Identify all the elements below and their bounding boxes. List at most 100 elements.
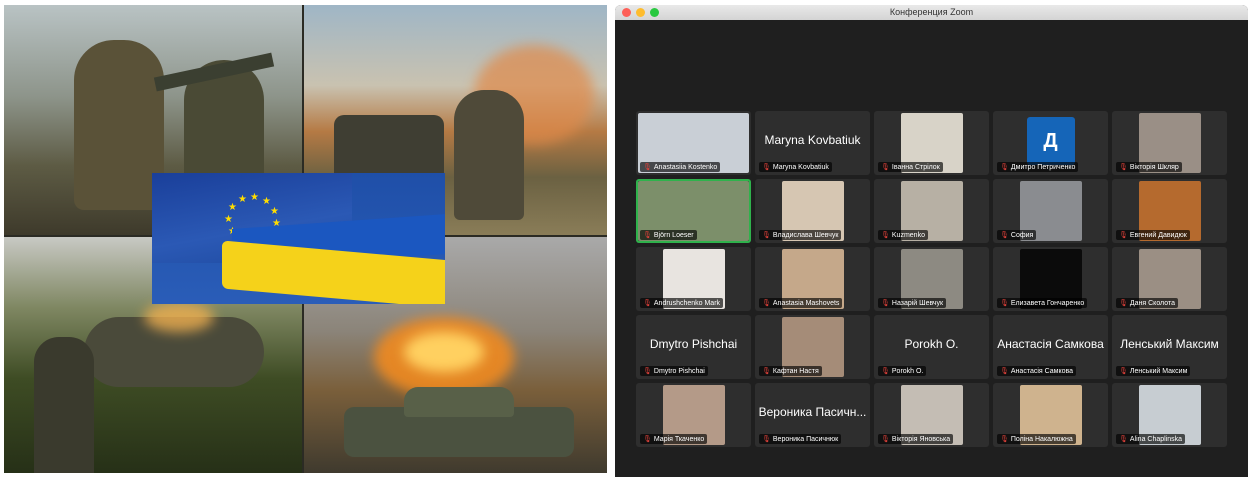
muted-mic-icon: 🎙: [881, 368, 890, 375]
muted-mic-icon: 🎙: [1000, 164, 1009, 171]
participant-tile[interactable]: 🎙 Кафтан Настя: [755, 315, 870, 379]
participant-name-label: 🎙 Kuzmenko: [878, 230, 928, 240]
participant-display-name: Porokh O.: [904, 337, 959, 351]
participant-name-label: 🎙 Вікторія Шкляр: [1116, 162, 1182, 172]
participant-tile[interactable]: Maryna Kovbatiuk 🎙 Maryna Kovbatiuk: [755, 111, 870, 175]
muted-mic-icon: 🎙: [643, 232, 652, 239]
participant-name: Назарій Шевчук: [891, 300, 944, 307]
participant-tile[interactable]: 🎙 Andrushchenko Mark: [636, 247, 751, 311]
participant-name-label: 🎙 Владислава Шевчук: [759, 230, 842, 240]
participant-name-label: 🎙 Евгений Давидюк: [1116, 230, 1190, 240]
muted-mic-icon: 🎙: [643, 368, 652, 375]
participant-tile[interactable]: 🎙 Владислава Шевчук: [755, 179, 870, 243]
participant-tile[interactable]: 🎙 Kuzmenko: [874, 179, 989, 243]
participant-tile[interactable]: Д 🎙 Дмитро Петриченко: [993, 111, 1108, 175]
participant-name: Владислава Шевчук: [772, 232, 839, 239]
participant-tile[interactable]: 🎙 Alina Chaplinska: [1112, 383, 1227, 447]
participant-tile[interactable]: 🎙 Даня Сколота: [1112, 247, 1227, 311]
muted-mic-icon: 🎙: [1119, 436, 1128, 443]
participant-name-label: 🎙 Дмитро Петриченко: [997, 162, 1079, 172]
participant-tile[interactable]: Porokh O. 🎙 Porokh O.: [874, 315, 989, 379]
participant-name: Елизавета Гончаренко: [1010, 300, 1085, 307]
eu-ukraine-flags: ★ ★ ★ ★ ★ ★ ★ ★: [152, 173, 445, 304]
participant-display-name: Ленський Максим: [1120, 337, 1219, 351]
participant-tile[interactable]: Анастасія Самкова 🎙 Анастасія Самкова: [993, 315, 1108, 379]
participant-display-name: Maryna Kovbatiuk: [764, 133, 861, 147]
participant-name-label: 🎙 Даня Сколота: [1116, 298, 1178, 308]
muted-mic-icon: 🎙: [1119, 300, 1128, 307]
muted-mic-icon: 🎙: [881, 436, 890, 443]
participant-tile[interactable]: 🎙 Björn Loeser: [636, 179, 751, 243]
participant-name: Alina Chaplinska: [1129, 436, 1183, 443]
title-bar: Конференция Zoom: [615, 5, 1248, 20]
participant-name: Anastasia Mashovets: [772, 300, 840, 307]
participant-tile[interactable]: 🎙 София: [993, 179, 1108, 243]
muted-mic-icon: 🎙: [881, 300, 890, 307]
participant-name: Поліна Накалюжна: [1010, 436, 1073, 443]
participant-name: Вікторія Шкляр: [1129, 164, 1179, 171]
participant-name-label: 🎙 Елизавета Гончаренко: [997, 298, 1088, 308]
participant-name-label: 🎙 Andrushchenko Mark: [640, 298, 724, 308]
participant-tile[interactable]: Ленський Максим 🎙 Ленський Максим: [1112, 315, 1227, 379]
participant-name-label: 🎙 Anastasiia Kostenko: [640, 162, 721, 172]
participant-tile[interactable]: Dmytro Pishchai 🎙 Dmytro Pishchai: [636, 315, 751, 379]
zoom-window: Конференция Zoom 🎙 Anastasiia Kostenko Mar…: [615, 5, 1248, 477]
participant-name-label: 🎙 Maryna Kovbatiuk: [759, 162, 832, 172]
participant-tile[interactable]: 🎙 Anastasiia Kostenko: [636, 111, 751, 175]
participant-name: Dmytro Pishchai: [653, 368, 705, 375]
participant-tile[interactable]: 🎙 Вікторія Шкляр: [1112, 111, 1227, 175]
participant-name-label: 🎙 София: [997, 230, 1037, 240]
participant-name: Maryna Kovbatiuk: [772, 164, 829, 171]
participant-name: Вероника Пасичнюк: [772, 436, 839, 443]
participant-name: Anastasiia Kostenko: [653, 164, 718, 171]
ukraine-eu-collage: ★ ★ ★ ★ ★ ★ ★ ★: [4, 5, 607, 473]
participant-name: Ленський Максим: [1129, 368, 1188, 375]
participant-name-label: 🎙 Porokh O.: [878, 366, 927, 376]
participant-tile[interactable]: 🎙 Назарій Шевчук: [874, 247, 989, 311]
muted-mic-icon: 🎙: [1000, 232, 1009, 239]
participant-name-label: 🎙 Dmytro Pishchai: [640, 366, 708, 376]
participant-name: Kuzmenko: [891, 232, 925, 239]
participant-name: София: [1010, 232, 1034, 239]
participant-tile[interactable]: 🎙 Елизавета Гончаренко: [993, 247, 1108, 311]
muted-mic-icon: 🎙: [1119, 368, 1128, 375]
participant-name-label: 🎙 Поліна Накалюжна: [997, 434, 1076, 444]
participant-tile[interactable]: 🎙 Anastasia Mashovets: [755, 247, 870, 311]
participant-tile[interactable]: 🎙 Вікторія Яновська: [874, 383, 989, 447]
participant-display-name: Dmytro Pishchai: [649, 337, 738, 351]
participant-name: Кафтан Настя: [772, 368, 819, 375]
participant-name: Іванна Стрілок: [891, 164, 940, 171]
participant-tile[interactable]: 🎙 Поліна Накалюжна: [993, 383, 1108, 447]
participant-tile[interactable]: 🎙 Іванна Стрілок: [874, 111, 989, 175]
muted-mic-icon: 🎙: [643, 164, 652, 171]
muted-mic-icon: 🎙: [762, 232, 771, 239]
participant-display-name: Анастасія Самкова: [997, 337, 1104, 351]
participant-name-label: 🎙 Anastasia Mashovets: [759, 298, 843, 308]
muted-mic-icon: 🎙: [1119, 232, 1128, 239]
participant-name-label: 🎙 Анастасія Самкова: [997, 366, 1077, 376]
muted-mic-icon: 🎙: [881, 164, 890, 171]
participant-tile[interactable]: Вероника Пасичн... 🎙 Вероника Пасичнюк: [755, 383, 870, 447]
participant-name: Евгений Давидюк: [1129, 232, 1187, 239]
participant-avatar: Д: [1026, 117, 1075, 165]
participant-tile[interactable]: 🎙 Евгений Давидюк: [1112, 179, 1227, 243]
muted-mic-icon: 🎙: [762, 300, 771, 307]
participant-name-label: 🎙 Вікторія Яновська: [878, 434, 954, 444]
participant-name: Даня Сколота: [1129, 300, 1175, 307]
participant-name: Andrushchenko Mark: [653, 300, 721, 307]
muted-mic-icon: 🎙: [643, 436, 652, 443]
participant-name-label: 🎙 Назарій Шевчук: [878, 298, 947, 308]
participant-name: Анастасія Самкова: [1010, 368, 1074, 375]
participant-name: Björn Loeser: [653, 232, 694, 239]
participant-name: Дмитро Петриченко: [1010, 164, 1076, 171]
muted-mic-icon: 🎙: [1000, 300, 1009, 307]
participant-name: Вікторія Яновська: [891, 436, 951, 443]
participant-name: Porokh O.: [891, 368, 924, 375]
participant-name-label: 🎙 Вероника Пасичнюк: [759, 434, 842, 444]
participant-name-label: 🎙 Ленський Максим: [1116, 366, 1191, 376]
muted-mic-icon: 🎙: [881, 232, 890, 239]
participant-name-label: 🎙 Alina Chaplinska: [1116, 434, 1186, 444]
muted-mic-icon: 🎙: [762, 436, 771, 443]
participant-name-label: 🎙 Марія Ткаченко: [640, 434, 708, 444]
participant-tile[interactable]: 🎙 Марія Ткаченко: [636, 383, 751, 447]
